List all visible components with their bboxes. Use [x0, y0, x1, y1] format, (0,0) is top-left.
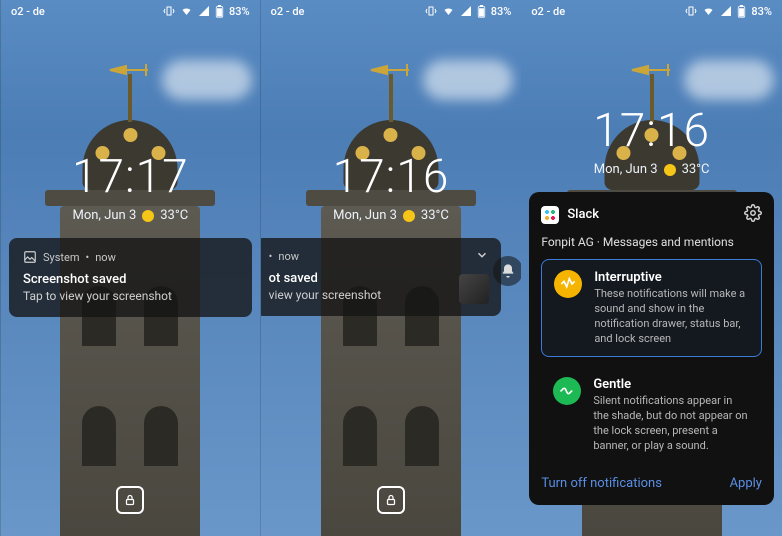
notif-when: now — [95, 251, 116, 264]
gentle-icon — [553, 377, 581, 405]
temp-label: 33°C — [421, 208, 449, 223]
carrier-label: o2 - de — [271, 5, 305, 18]
lockscreen-clock: 17:17 Mon, Jun 3 33°C — [1, 150, 260, 223]
image-icon — [23, 250, 37, 264]
panel-app-row: Slack — [541, 206, 599, 224]
vibrate-icon — [425, 5, 437, 17]
interruptive-icon — [554, 270, 582, 298]
notification-settings-panel: Slack Fonpit AG · Messages and mentions … — [529, 192, 774, 505]
notification-card[interactable]: • now ot saved view your screenshot — [261, 238, 502, 316]
lock-icon[interactable] — [116, 486, 144, 514]
wifi-icon — [180, 5, 193, 17]
temp-label: 33°C — [160, 208, 188, 223]
wifi-icon — [702, 5, 715, 17]
panel-subtitle: Fonpit AG · Messages and mentions — [541, 235, 762, 249]
status-bar: o2 - de 83% — [1, 0, 260, 22]
lockscreen-clock: 17:16 Mon, Jun 3 33°C — [521, 104, 782, 177]
signal-icon — [720, 5, 732, 17]
notif-thumbnail[interactable] — [459, 274, 489, 304]
status-bar: o2 - de 83% — [521, 0, 782, 22]
option-gentle[interactable]: Gentle Silent notifications appear in th… — [541, 367, 762, 463]
option-desc: These notifications will make a sound an… — [594, 287, 749, 346]
battery-icon — [737, 5, 746, 18]
phone-screen-1: o2 - de 83% 17:17 Mon, Jun 3 33°C System… — [0, 0, 261, 536]
turn-off-notifications-link[interactable]: Turn off notifications — [541, 476, 662, 491]
notif-when: now — [278, 250, 299, 263]
chevron-down-icon[interactable] — [475, 248, 489, 265]
battery-pct: 83% — [491, 5, 512, 18]
battery-pct: 83% — [229, 5, 250, 18]
signal-icon — [460, 5, 472, 17]
date-label: Mon, Jun 3 — [333, 208, 397, 223]
phone-screen-2: o2 - de 83% 17:16 Mon, Jun 3 33°C • now … — [261, 0, 522, 536]
weather-sun-icon — [403, 210, 415, 222]
time-label: 17:17 — [1, 150, 260, 204]
phone-screen-3: o2 - de 83% 17:16 Mon, Jun 3 33°C Slack … — [521, 0, 782, 536]
notif-app: System — [43, 251, 80, 264]
battery-pct: 83% — [751, 5, 772, 18]
notif-title: ot saved — [269, 271, 488, 286]
notif-sep: • — [269, 250, 273, 263]
notif-body: view your screenshot — [269, 288, 488, 302]
weather-sun-icon — [664, 164, 676, 176]
lockscreen-clock: 17:16 Mon, Jun 3 33°C — [261, 150, 522, 223]
slack-icon — [541, 206, 559, 224]
bell-icon[interactable] — [493, 256, 521, 286]
time-label: 17:16 — [521, 104, 782, 158]
vibrate-icon — [685, 5, 697, 17]
signal-icon — [198, 5, 210, 17]
date-label: Mon, Jun 3 — [594, 162, 658, 177]
notif-sep: • — [86, 251, 90, 264]
option-interruptive[interactable]: Interruptive These notifications will ma… — [541, 259, 762, 357]
vibrate-icon — [163, 5, 175, 17]
battery-icon — [215, 5, 224, 18]
carrier-label: o2 - de — [11, 5, 45, 18]
option-title: Gentle — [593, 377, 750, 392]
wifi-icon — [442, 5, 455, 17]
notification-card[interactable]: System • now Screenshot saved Tap to vie… — [9, 238, 252, 317]
lock-icon[interactable] — [377, 486, 405, 514]
apply-button[interactable]: Apply — [730, 476, 762, 491]
gear-icon[interactable] — [744, 204, 762, 225]
carrier-label: o2 - de — [531, 5, 565, 18]
notif-title: Screenshot saved — [23, 272, 238, 287]
notif-body: Tap to view your screenshot — [23, 289, 238, 303]
time-label: 17:16 — [261, 150, 522, 204]
option-desc: Silent notifications appear in the shade… — [593, 394, 750, 453]
temp-label: 33°C — [682, 162, 710, 177]
battery-icon — [477, 5, 486, 18]
date-label: Mon, Jun 3 — [72, 208, 136, 223]
status-bar: o2 - de 83% — [261, 0, 522, 22]
weather-sun-icon — [142, 210, 154, 222]
option-title: Interruptive — [594, 270, 749, 285]
panel-app-name: Slack — [567, 207, 599, 222]
